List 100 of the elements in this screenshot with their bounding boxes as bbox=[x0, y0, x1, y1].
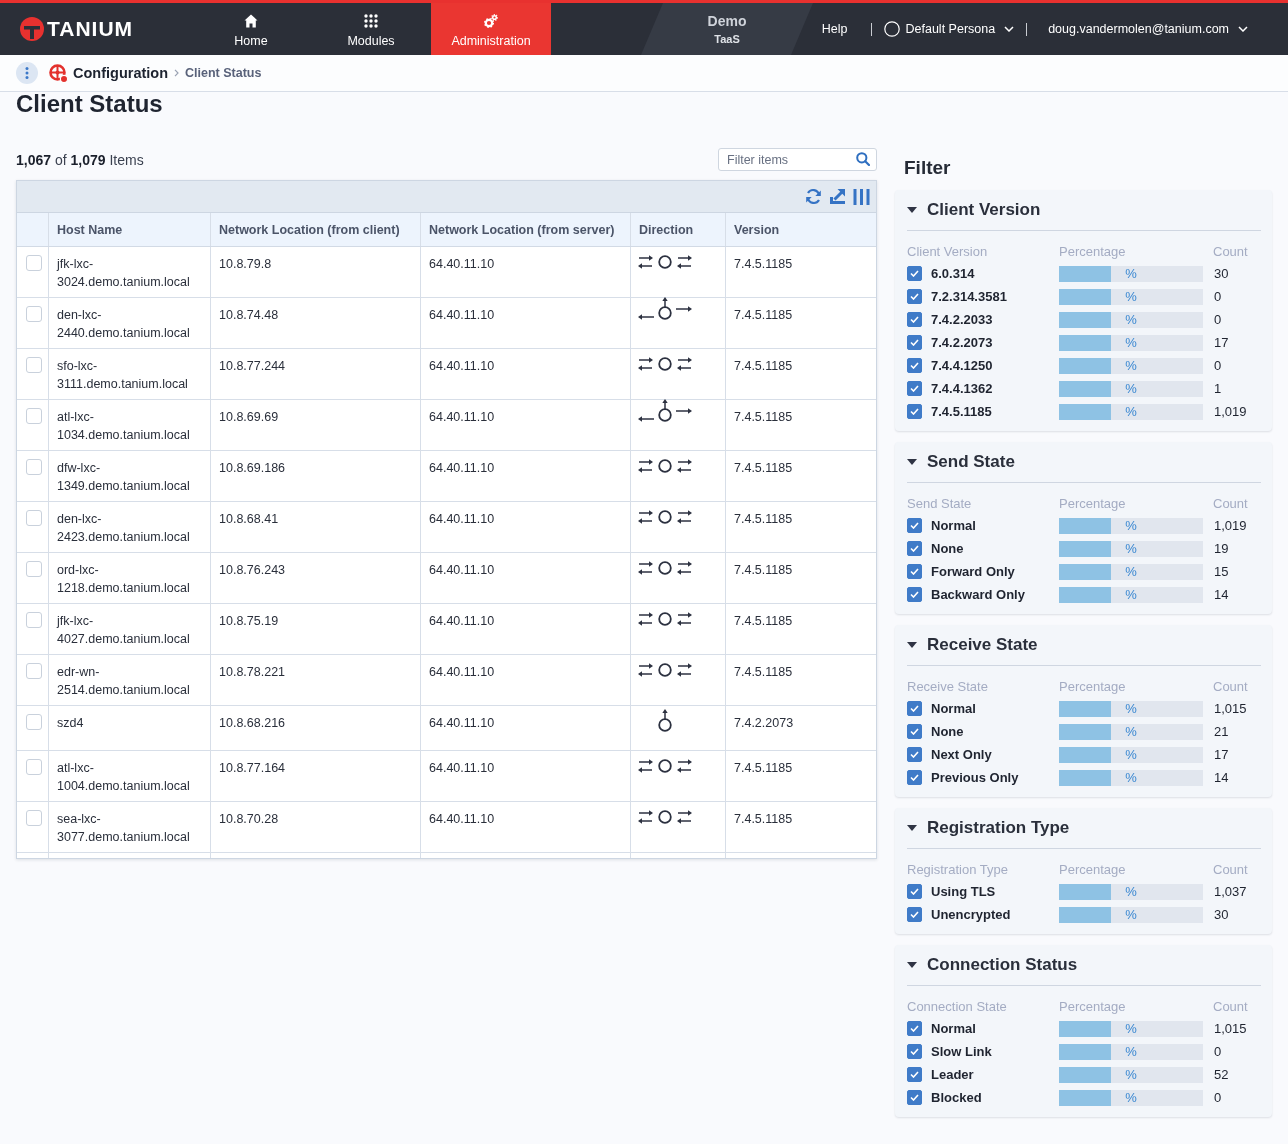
column-header[interactable]: Version bbox=[734, 222, 780, 237]
row-checkbox[interactable] bbox=[26, 510, 42, 526]
row-checkbox[interactable] bbox=[26, 663, 42, 679]
row-checkbox[interactable] bbox=[26, 759, 42, 775]
version-cell: 7.4.5.1185 bbox=[734, 761, 793, 775]
checkmark-icon bbox=[910, 1071, 919, 1078]
caret-down-icon[interactable] bbox=[907, 825, 917, 831]
help-link[interactable]: Help bbox=[821, 22, 848, 36]
breadcrumb-link[interactable]: Configuration bbox=[73, 65, 169, 81]
version-cell: 7.4.5.1185 bbox=[734, 461, 793, 475]
percent-label: % bbox=[1125, 265, 1137, 282]
gears-icon bbox=[484, 14, 498, 28]
column-header: Count bbox=[1212, 678, 1248, 696]
filter-checkbox[interactable] bbox=[907, 747, 922, 762]
filter-checkbox[interactable] bbox=[907, 907, 922, 922]
percent-label: % bbox=[1125, 311, 1137, 328]
caret-down-icon[interactable] bbox=[907, 459, 917, 465]
filter-checkbox[interactable] bbox=[907, 381, 922, 396]
nav-tab[interactable]: Administration bbox=[431, 3, 551, 55]
caret-down-icon[interactable] bbox=[907, 962, 917, 968]
count-label: 1,037 bbox=[1213, 884, 1247, 899]
breadcrumb-current: Client Status bbox=[185, 66, 262, 80]
row-checkbox[interactable] bbox=[26, 810, 42, 826]
host-name-cell: atl-lxc-1004.demo.tanium.local bbox=[57, 761, 190, 793]
circle-icon bbox=[883, 21, 900, 37]
column-header: Count bbox=[1212, 495, 1248, 513]
count-label: 21 bbox=[1213, 724, 1229, 739]
server-location-cell: 64.40.11.10 bbox=[429, 761, 495, 775]
column-header[interactable]: Direction bbox=[639, 222, 694, 237]
checkmark-icon bbox=[910, 293, 919, 300]
column-header[interactable]: Network Location (from client) bbox=[219, 222, 400, 237]
instance-plan: TaaS bbox=[714, 33, 740, 45]
filter-option-label: 7.4.2.2073 bbox=[931, 335, 993, 350]
export-icon bbox=[829, 188, 846, 205]
refresh-icon bbox=[805, 188, 822, 205]
columns-button[interactable] bbox=[853, 188, 870, 205]
filter-checkbox[interactable] bbox=[907, 518, 922, 533]
column-header: Count bbox=[1212, 243, 1248, 261]
columns-icon bbox=[853, 188, 870, 205]
filter-checkbox[interactable] bbox=[907, 541, 922, 556]
filter-checkbox[interactable] bbox=[907, 770, 922, 785]
client-location-cell: 10.8.68.41 bbox=[219, 512, 279, 526]
host-name-cell: atl-lxc-1034.demo.tanium.local bbox=[57, 410, 190, 442]
client-location-cell: 10.8.68.216 bbox=[219, 716, 286, 730]
filter-checkbox[interactable] bbox=[907, 312, 922, 327]
section-title: Connection Status bbox=[927, 955, 1078, 975]
column-header: Count bbox=[1212, 998, 1248, 1016]
search-icon[interactable] bbox=[856, 152, 870, 166]
section-title: Send State bbox=[927, 452, 1015, 472]
checkmark-icon bbox=[910, 1094, 919, 1101]
row-checkbox[interactable] bbox=[26, 714, 42, 730]
filter-checkbox[interactable] bbox=[907, 1044, 922, 1059]
column-header[interactable]: Host Name bbox=[57, 222, 123, 237]
filter-checkbox[interactable] bbox=[907, 724, 922, 739]
chevron-down-icon bbox=[1004, 26, 1015, 32]
more-button[interactable] bbox=[16, 62, 38, 84]
checkmark-icon bbox=[910, 728, 919, 735]
row-checkbox[interactable] bbox=[26, 561, 42, 577]
column-header[interactable]: Network Location (from server) bbox=[429, 222, 615, 237]
refresh-button[interactable] bbox=[805, 188, 822, 205]
row-checkbox[interactable] bbox=[26, 459, 42, 475]
filter-option-label: Normal bbox=[931, 701, 976, 716]
caret-down-icon[interactable] bbox=[907, 207, 917, 213]
persona-dropdown[interactable]: Default Persona bbox=[883, 21, 1015, 37]
filter-option-label: Normal bbox=[931, 518, 976, 533]
filter-checkbox[interactable] bbox=[907, 1021, 922, 1036]
percent-label: % bbox=[1125, 357, 1137, 374]
filter-field[interactable]: Filter items bbox=[718, 148, 877, 171]
checkmark-icon bbox=[910, 270, 919, 277]
export-button[interactable] bbox=[829, 188, 846, 205]
column-header: Percentage bbox=[1059, 495, 1126, 513]
caret-down-icon[interactable] bbox=[907, 642, 917, 648]
filter-option-label: None bbox=[931, 541, 964, 556]
nav-tab[interactable]: Home bbox=[191, 3, 311, 55]
count-label: 14 bbox=[1213, 770, 1229, 785]
checkmark-icon bbox=[910, 362, 919, 369]
filter-checkbox[interactable] bbox=[907, 564, 922, 579]
version-cell: 7.4.5.1185 bbox=[734, 614, 793, 628]
row-checkbox[interactable] bbox=[26, 306, 42, 322]
row-checkbox[interactable] bbox=[26, 408, 42, 424]
filter-checkbox[interactable] bbox=[907, 1067, 922, 1082]
filter-checkbox[interactable] bbox=[907, 587, 922, 602]
filter-option-label: 7.2.314.3581 bbox=[931, 289, 1007, 304]
user-menu[interactable]: doug.vandermolen@tanium.com bbox=[1048, 22, 1248, 36]
row-checkbox[interactable] bbox=[26, 357, 42, 373]
filter-checkbox[interactable] bbox=[907, 335, 922, 350]
filter-checkbox[interactable] bbox=[907, 701, 922, 716]
column-header: Send State bbox=[907, 495, 972, 513]
filter-checkbox[interactable] bbox=[907, 266, 922, 281]
filter-checkbox[interactable] bbox=[907, 358, 922, 373]
filter-checkbox[interactable] bbox=[907, 1090, 922, 1105]
server-location-cell: 64.40.11.10 bbox=[429, 410, 495, 424]
filter-checkbox[interactable] bbox=[907, 289, 922, 304]
row-checkbox[interactable] bbox=[26, 612, 42, 628]
filter-checkbox[interactable] bbox=[907, 884, 922, 899]
nav-tab[interactable]: Modules bbox=[311, 3, 431, 55]
row-checkbox[interactable] bbox=[26, 255, 42, 271]
filter-option-label: Next Only bbox=[931, 747, 992, 762]
filter-checkbox[interactable] bbox=[907, 404, 922, 419]
logo-text: TANIUM bbox=[47, 17, 134, 41]
